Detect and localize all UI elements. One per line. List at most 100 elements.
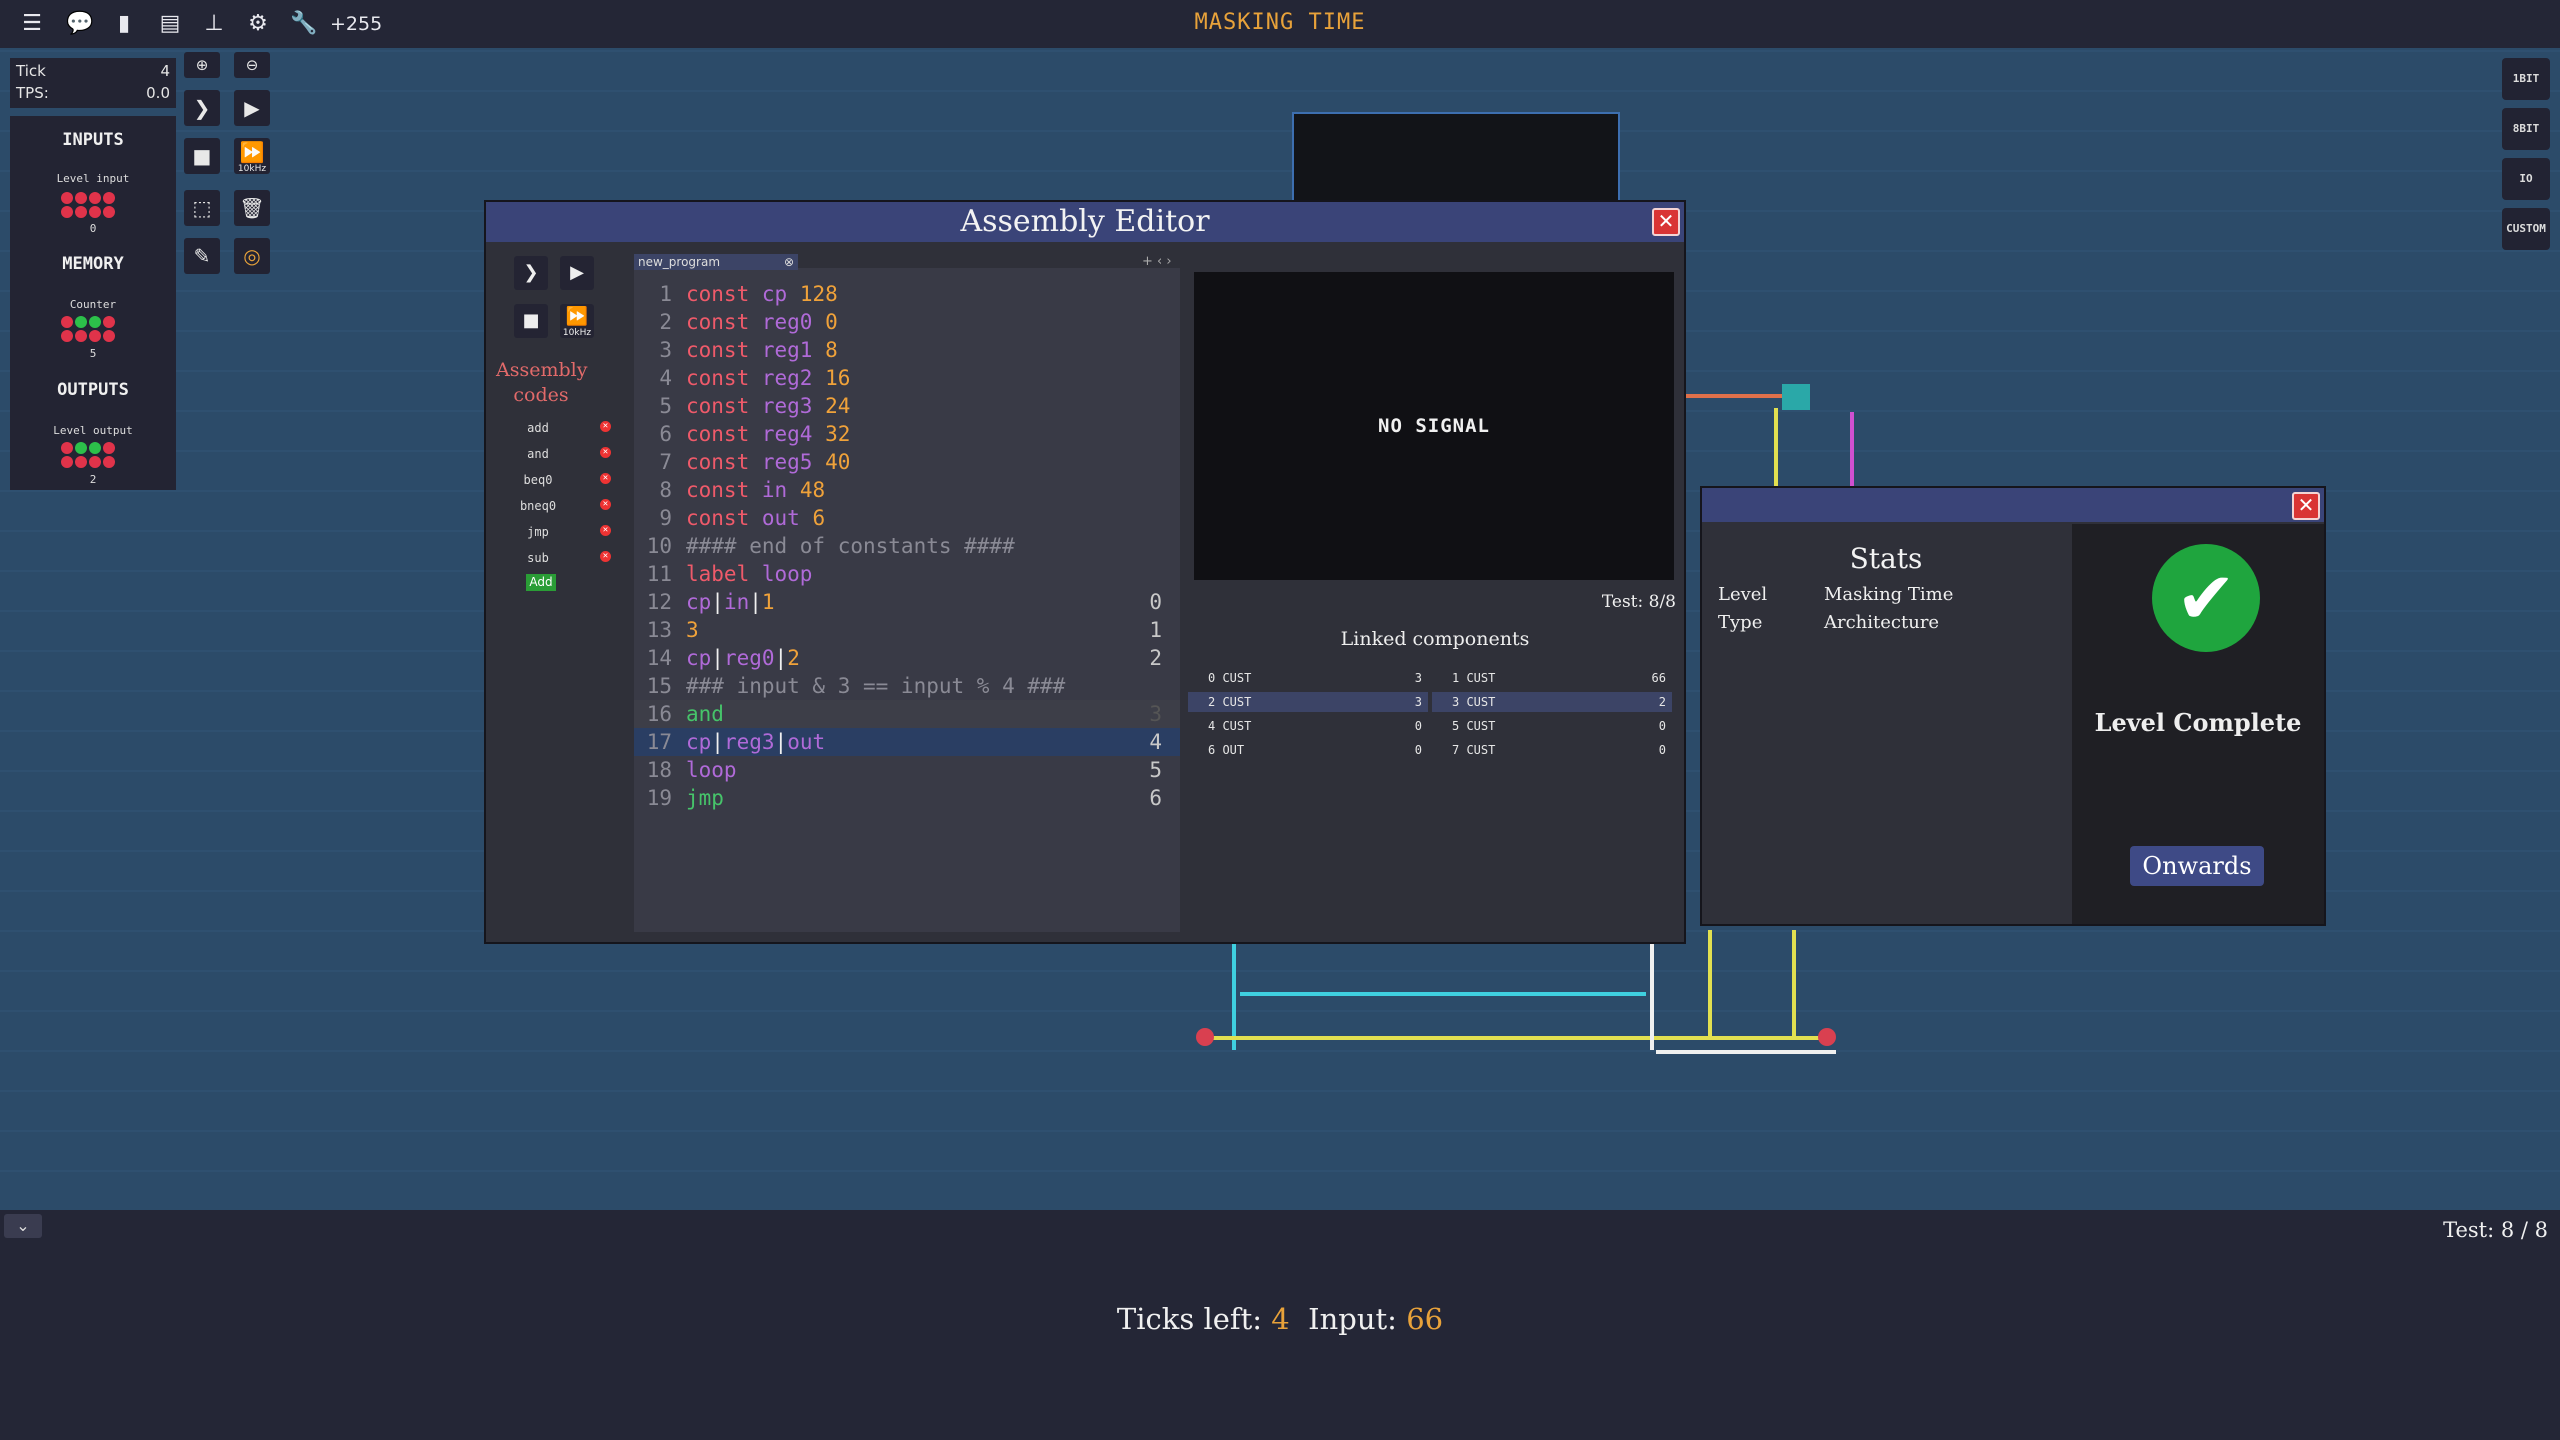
select-area-button[interactable]: ⬚: [184, 190, 220, 226]
zoom-out-button[interactable]: ⊖: [234, 52, 270, 78]
code-line[interactable]: 6 const reg4 32: [634, 420, 1180, 448]
level-input-value: 0: [89, 222, 97, 235]
component-tab-io[interactable]: IO: [2502, 158, 2550, 200]
circuit-wire: [1850, 412, 1854, 488]
code-line[interactable]: 2 const reg0 0: [634, 308, 1180, 336]
tick-value: 4: [160, 62, 170, 80]
code-item[interactable]: and ✕: [506, 442, 611, 466]
checkmark-icon: ✔: [2152, 544, 2260, 652]
tab-close-icon[interactable]: ⊗: [784, 254, 794, 270]
assembly-codes-title: Assembly codes: [496, 359, 588, 406]
code-line[interactable]: 8 const in 48: [634, 476, 1180, 504]
linked-component-row: 2 CUST 3: [1188, 692, 1428, 712]
circuit-wire: [1782, 384, 1810, 410]
code-line[interactable]: 11 label loop: [634, 560, 1180, 588]
delete-button[interactable]: 🗑: [234, 190, 270, 226]
circuit-node[interactable]: [1196, 1028, 1214, 1046]
code-line[interactable]: 12 cp|in|1 0: [634, 588, 1180, 616]
circuit-wire: [1774, 408, 1778, 488]
editor-stop-button[interactable]: ■: [514, 304, 548, 338]
inputs-title: INPUTS: [62, 130, 124, 150]
circuit-node[interactable]: [1818, 1028, 1836, 1046]
ticks-left-label: Ticks left:: [1116, 1302, 1263, 1336]
tps-value: 0.0: [146, 84, 170, 102]
editor-fast-forward-button[interactable]: ⏩ 10kHz: [560, 304, 594, 338]
outputs-title: OUTPUTS: [57, 380, 129, 400]
linked-component-row: 0 CUST 3: [1208, 671, 1422, 685]
linked-component-row: 4 CUST 0: [1208, 719, 1422, 733]
assembly-editor-window: Assembly Editor ✕ ❯ ▶ ■ ⏩ 10kHz Assembly …: [484, 200, 1686, 944]
step-button[interactable]: ❯: [184, 90, 220, 126]
chevron-down-icon[interactable]: ⌄: [4, 1214, 42, 1238]
onwards-button[interactable]: Onwards: [2130, 846, 2264, 886]
code-name: and: [527, 447, 549, 461]
code-item[interactable]: jmp ✕: [506, 520, 611, 544]
code-line[interactable]: 18 loop 5: [634, 756, 1180, 784]
stats-level-value: Masking Time: [1824, 584, 1954, 605]
tick-label: Tick: [16, 62, 46, 80]
component-tab-custom[interactable]: CUSTOM: [2502, 208, 2550, 250]
input-value: 66: [1406, 1302, 1444, 1336]
code-name: add: [527, 421, 549, 435]
stats-title-bar: [1702, 488, 2324, 522]
tick-panel: Tick 4 TPS: 0.0: [10, 58, 176, 108]
input-label: Input:: [1308, 1302, 1397, 1336]
level-input-component[interactable]: [61, 192, 115, 218]
zoom-in-button[interactable]: ⊕: [184, 52, 220, 78]
stats-close-button[interactable]: ✕: [2292, 492, 2320, 520]
code-line[interactable]: 5 const reg3 24: [634, 392, 1180, 420]
code-line[interactable]: 15 ### input & 3 == input % 4 ###: [634, 672, 1180, 700]
stats-window: ✕ Stats Level Masking Time Type Architec…: [1700, 486, 2326, 926]
code-line[interactable]: 17 cp|reg3|out 4: [634, 728, 1180, 756]
code-item[interactable]: bneq0 ✕: [506, 494, 611, 518]
code-line[interactable]: 3 const reg1 8: [634, 336, 1180, 364]
circuit-wire: [1240, 992, 1646, 996]
code-item[interactable]: sub ✕: [506, 546, 611, 570]
editor-step-button[interactable]: ❯: [514, 256, 548, 290]
circuit-wire: [1792, 930, 1796, 1040]
counter-component[interactable]: [61, 316, 115, 342]
code-line[interactable]: 10 #### end of constants ####: [634, 532, 1180, 560]
level-output-component[interactable]: [61, 442, 115, 468]
remove-code-icon[interactable]: ✕: [600, 447, 611, 458]
ticks-status: Ticks left: 4 Input: 66: [0, 1302, 2560, 1336]
editor-close-button[interactable]: ✕: [1652, 208, 1680, 236]
component-tab-1bit[interactable]: 1BIT: [2502, 58, 2550, 100]
color-wheel-button[interactable]: ◎: [234, 238, 270, 274]
code-line[interactable]: 16 and 3: [634, 700, 1180, 728]
code-line[interactable]: 7 const reg5 40: [634, 448, 1180, 476]
code-item[interactable]: beq0 ✕: [506, 468, 611, 492]
tab-navigation[interactable]: + ‹ ›: [1142, 254, 1172, 270]
linked-component-row: 7 CUST 0: [1452, 743, 1666, 757]
linked-components-title: Linked components: [1340, 628, 1530, 650]
fast-forward-button[interactable]: ⏩ 10kHz: [234, 138, 270, 174]
counter-value: 5: [89, 347, 97, 360]
pencil-button[interactable]: ✎: [184, 238, 220, 274]
component-tab-8bit[interactable]: 8BIT: [2502, 108, 2550, 150]
code-line[interactable]: 1 const cp 128: [634, 280, 1180, 308]
remove-code-icon[interactable]: ✕: [600, 473, 611, 484]
code-line[interactable]: 19 jmp 6: [634, 784, 1180, 812]
code-line[interactable]: 9 const out 6: [634, 504, 1180, 532]
editor-play-button[interactable]: ▶: [560, 256, 594, 290]
tps-label: TPS:: [16, 84, 49, 102]
remove-code-icon[interactable]: ✕: [600, 499, 611, 510]
remove-code-icon[interactable]: ✕: [600, 525, 611, 536]
code-line[interactable]: 4 const reg2 16: [634, 364, 1180, 392]
stop-button[interactable]: ■: [184, 138, 220, 174]
code-name: sub: [527, 551, 549, 565]
bottom-test-label: Test: 8 / 8: [2443, 1218, 2548, 1242]
program-tab[interactable]: new_program ⊗: [634, 254, 798, 270]
code-item[interactable]: add ✕: [506, 416, 611, 440]
program-tab-label: new_program: [638, 255, 721, 269]
code-line[interactable]: 13 3 1: [634, 616, 1180, 644]
play-button[interactable]: ▶: [234, 90, 270, 126]
code-line[interactable]: 14 cp|reg0|2 2: [634, 644, 1180, 672]
linked-component-row: 5 CUST 0: [1452, 719, 1666, 733]
circuit-wire: [1684, 394, 1794, 398]
add-code-button[interactable]: Add: [526, 574, 556, 591]
remove-code-icon[interactable]: ✕: [600, 551, 611, 562]
remove-code-icon[interactable]: ✕: [600, 421, 611, 432]
level-output-value: 2: [89, 473, 97, 486]
code-name: jmp: [527, 525, 549, 539]
